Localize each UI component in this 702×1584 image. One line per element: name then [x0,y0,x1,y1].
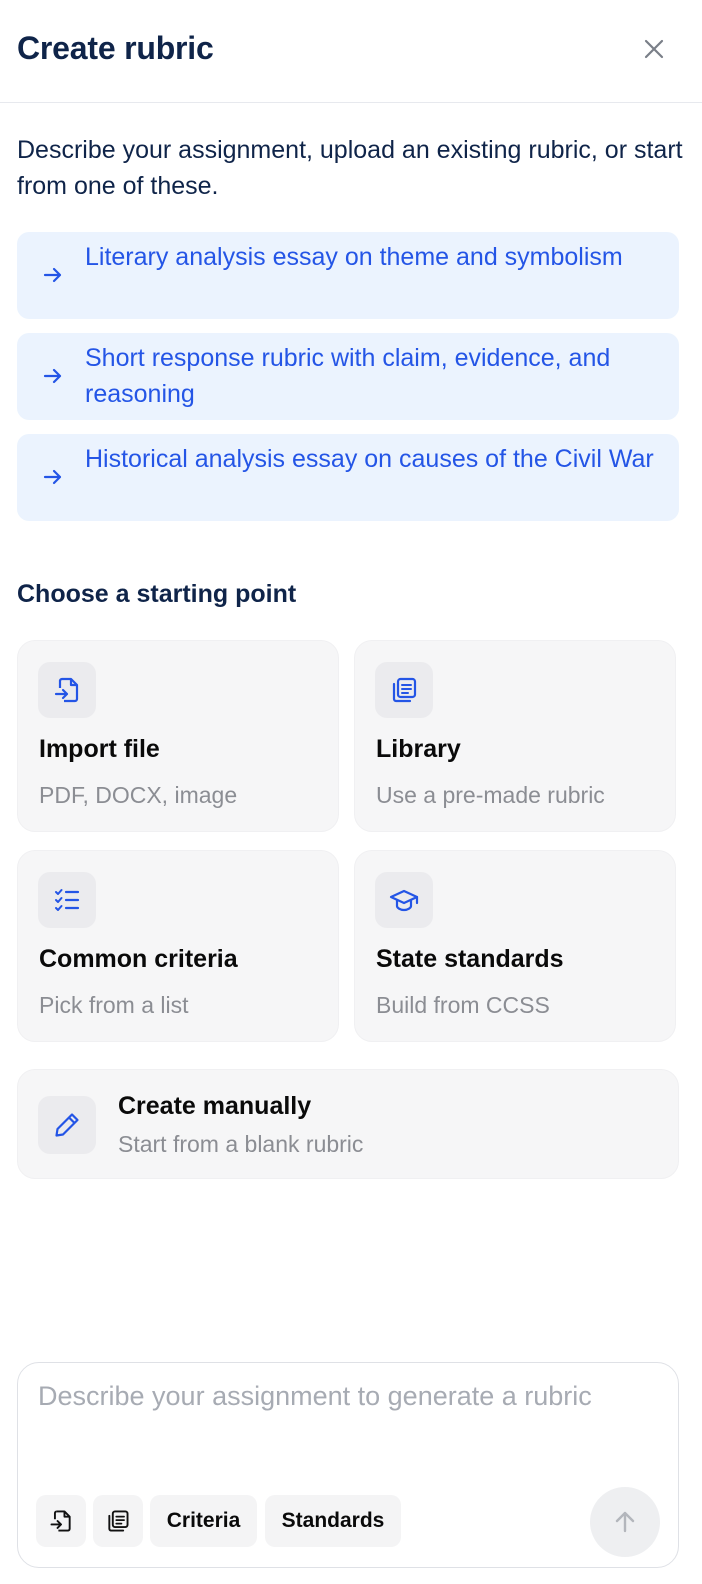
file-import-icon [54,677,79,703]
library-button[interactable] [93,1495,143,1547]
card-title: Create manually [118,1092,312,1120]
card-title: State standards [376,945,564,973]
library-icon [108,1510,129,1532]
icon-container [375,872,433,928]
suggestion-list: Literary analysis essay on theme and sym… [17,232,679,535]
standards-button[interactable]: Standards [265,1495,401,1547]
criteria-button[interactable]: Criteria [150,1495,257,1547]
arrow-right-icon [43,469,62,485]
section-title: Choose a starting point [17,580,297,608]
standards-label: Standards [281,1509,385,1532]
library-card[interactable]: Library Use a pre-made rubric [354,640,676,832]
arrow-right-icon [43,368,62,384]
card-subtitle: Pick from a list [39,992,189,1018]
card-subtitle: Start from a blank rubric [118,1131,364,1157]
arrow-right-icon [43,267,62,283]
import-file-card[interactable]: Import file PDF, DOCX, image [17,640,339,832]
suggestion-label: Literary analysis essay on theme and sym… [85,243,623,271]
arrow-up-icon [615,1511,635,1533]
close-button[interactable] [640,35,668,63]
icon-container [38,1096,96,1154]
send-button[interactable] [590,1487,660,1557]
criteria-label: Criteria [166,1509,241,1532]
pencil-icon [55,1113,79,1137]
icon-container [38,872,96,928]
card-subtitle: Build from CCSS [376,992,550,1018]
icon-container [375,662,433,718]
import-file-button[interactable] [36,1495,86,1547]
suggestion-item[interactable]: Historical analysis essay on causes of t… [17,434,679,521]
card-subtitle: PDF, DOCX, image [39,782,238,808]
suggestion-item[interactable]: Short response rubric with claim, eviden… [17,333,679,420]
intro-text: Describe your assignment, upload an exis… [17,136,683,200]
state-standards-card[interactable]: State standards Build from CCSS [354,850,676,1042]
card-title: Import file [39,735,160,763]
create-manually-card[interactable]: Create manually Start from a blank rubri… [17,1069,679,1179]
card-subtitle: Use a pre-made rubric [376,782,605,808]
page-title: Create rubric [17,30,214,66]
card-title: Common criteria [39,945,238,973]
icon-container [38,662,96,718]
suggestion-label: Short response rubric with claim, eviden… [85,344,611,408]
suggestion-label: Historical analysis essay on causes of t… [85,445,654,473]
assignment-input[interactable] [38,1381,658,1451]
close-icon [644,39,664,59]
panel-header: Create rubric [0,0,702,103]
graduation-cap-icon [389,889,419,912]
suggestion-item[interactable]: Literary analysis essay on theme and sym… [17,232,679,319]
library-icon [392,677,417,703]
file-import-icon [50,1510,71,1532]
assignment-composer: Criteria Standards [17,1362,679,1568]
checklist-icon [55,889,80,911]
common-criteria-card[interactable]: Common criteria Pick from a list [17,850,339,1042]
card-title: Library [376,735,461,763]
